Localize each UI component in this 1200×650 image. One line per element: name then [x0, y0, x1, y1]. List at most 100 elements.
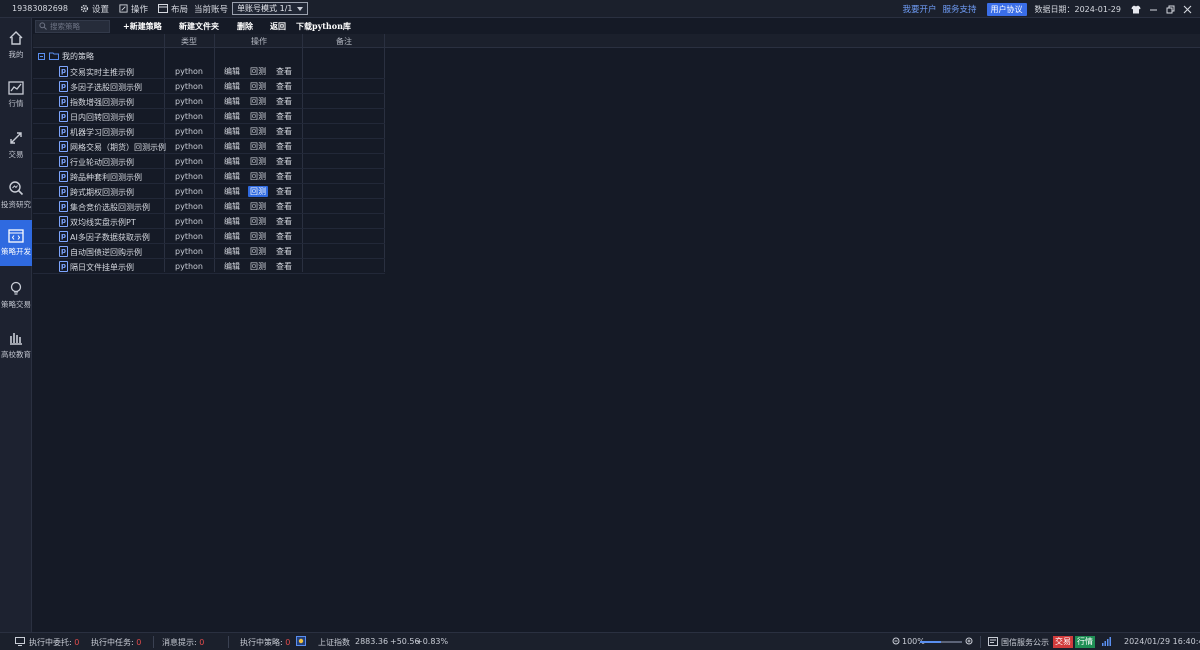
- view-button[interactable]: 查看: [274, 246, 294, 257]
- table-row[interactable]: p 多因子选股回测示例 python 编辑 回测 查看: [33, 79, 385, 94]
- minimize-button[interactable]: [1146, 2, 1160, 16]
- exec-strategies-status[interactable]: 执行中策略: 0: [240, 637, 290, 648]
- market-tag[interactable]: 行情: [1075, 636, 1095, 648]
- view-button[interactable]: 查看: [274, 231, 294, 242]
- strategy-name[interactable]: 跨品种套利回测示例: [70, 172, 142, 183]
- strategy-name[interactable]: 隔日文件挂单示例: [70, 262, 134, 273]
- sidebar-item-strategy-trade[interactable]: 策略交易: [0, 272, 32, 318]
- edit-button[interactable]: 编辑: [222, 81, 242, 92]
- table-row[interactable]: p 跨品种套利回测示例 python 编辑 回测 查看: [33, 169, 385, 184]
- strategy-name[interactable]: 行业轮动回测示例: [70, 157, 134, 168]
- table-row[interactable]: p 隔日文件挂单示例 python 编辑 回测 查看: [33, 259, 385, 274]
- backtest-button[interactable]: 回测: [248, 111, 268, 122]
- view-button[interactable]: 查看: [274, 216, 294, 227]
- edit-button[interactable]: 编辑: [222, 261, 242, 272]
- edit-button[interactable]: 编辑: [222, 216, 242, 227]
- new-folder-button[interactable]: 新建文件夹: [179, 21, 219, 32]
- backtest-button[interactable]: 回测: [248, 81, 268, 92]
- backtest-button[interactable]: 回测: [248, 171, 268, 182]
- strategy-name[interactable]: 集合竞价选股回测示例: [70, 202, 150, 213]
- backtest-button[interactable]: 回测: [248, 141, 268, 152]
- edit-button[interactable]: 编辑: [222, 246, 242, 257]
- table-row[interactable]: p 集合竞价选股回测示例 python 编辑 回测 查看: [33, 199, 385, 214]
- zoom-slider[interactable]: [920, 641, 962, 643]
- edit-button[interactable]: 编辑: [222, 66, 242, 77]
- table-row[interactable]: p AI多因子数据获取示例 python 编辑 回测 查看: [33, 229, 385, 244]
- back-button[interactable]: 返回: [270, 21, 286, 32]
- view-button[interactable]: 查看: [274, 171, 294, 182]
- edit-button[interactable]: 编辑: [222, 171, 242, 182]
- delete-button[interactable]: 删除: [237, 21, 253, 32]
- strategy-name[interactable]: 机器学习回测示例: [70, 127, 134, 138]
- notice-link[interactable]: 国信服务公示: [1001, 637, 1049, 648]
- strategy-name[interactable]: 网格交易（期货）回测示例: [70, 142, 166, 153]
- user-agreement-button[interactable]: 用户协议: [986, 2, 1027, 16]
- strategy-name[interactable]: 指数增强回测示例: [70, 97, 134, 108]
- operate-button[interactable]: 操作: [119, 3, 148, 15]
- sidebar-item-education[interactable]: 高校教育: [0, 322, 32, 368]
- exec-orders-status[interactable]: 执行中委托: 0: [29, 637, 79, 648]
- backtest-button[interactable]: 回测: [248, 246, 268, 257]
- strategy-name[interactable]: 自动国债逆回购示例: [70, 247, 142, 258]
- table-row[interactable]: p 机器学习回测示例 python 编辑 回测 查看: [33, 124, 385, 139]
- table-row[interactable]: p 双均线实盘示例PT python 编辑 回测 查看: [33, 214, 385, 229]
- settings-button[interactable]: 设置: [80, 3, 109, 15]
- search-input[interactable]: 搜索策略: [35, 19, 110, 33]
- restore-button[interactable]: [1163, 2, 1177, 16]
- sidebar-item-mine[interactable]: 我的: [0, 22, 32, 68]
- backtest-button[interactable]: 回测: [248, 156, 268, 167]
- trade-tag[interactable]: 交易: [1053, 636, 1073, 648]
- folder-row-my-strategies[interactable]: 我的策略: [33, 49, 1200, 63]
- download-python-lib-button[interactable]: 下载python库: [296, 21, 351, 32]
- view-button[interactable]: 查看: [274, 201, 294, 212]
- edit-button[interactable]: 编辑: [222, 231, 242, 242]
- account-mode-select[interactable]: 单账号模式 1/1: [232, 2, 309, 15]
- table-row[interactable]: p 交易实时主推示例 python 编辑 回测 查看: [33, 64, 385, 79]
- strategy-name[interactable]: 交易实时主推示例: [70, 67, 134, 78]
- edit-button[interactable]: 编辑: [222, 111, 242, 122]
- backtest-button[interactable]: 回测: [248, 66, 268, 77]
- edit-button[interactable]: 编辑: [222, 156, 242, 167]
- open-account-link[interactable]: 我要开户: [902, 3, 936, 15]
- exec-tasks-status[interactable]: 执行中任务: 0: [91, 637, 141, 648]
- table-row[interactable]: p 行业轮动回测示例 python 编辑 回测 查看: [33, 154, 385, 169]
- view-button[interactable]: 查看: [274, 81, 294, 92]
- monitor-icon[interactable]: [15, 637, 25, 646]
- table-row[interactable]: p 日内回转回测示例 python 编辑 回测 查看: [33, 109, 385, 124]
- table-row[interactable]: p 自动国债逆回购示例 python 编辑 回测 查看: [33, 244, 385, 259]
- sidebar-item-research[interactable]: 投资研究: [0, 172, 32, 218]
- messages-status[interactable]: 消息提示: 0: [162, 637, 204, 648]
- collapse-toggle[interactable]: [38, 52, 45, 60]
- service-support-link[interactable]: 服务支持: [942, 3, 976, 15]
- edit-button[interactable]: 编辑: [222, 126, 242, 137]
- table-row[interactable]: p 网格交易（期货）回测示例 python 编辑 回测 查看: [33, 139, 385, 154]
- backtest-button[interactable]: 回测: [248, 201, 268, 212]
- view-button[interactable]: 查看: [274, 126, 294, 137]
- layout-button[interactable]: 布局: [158, 3, 188, 15]
- backtest-button[interactable]: 回测: [248, 126, 268, 137]
- backtest-button[interactable]: 回测: [248, 186, 268, 197]
- skin-button[interactable]: [1129, 2, 1143, 16]
- sidebar-item-market[interactable]: 行情: [0, 72, 32, 118]
- view-button[interactable]: 查看: [274, 141, 294, 152]
- robot-icon[interactable]: [296, 636, 306, 646]
- strategy-name[interactable]: 日内回转回测示例: [70, 112, 134, 123]
- view-button[interactable]: 查看: [274, 96, 294, 107]
- view-button[interactable]: 查看: [274, 186, 294, 197]
- sidebar-item-strategy-dev[interactable]: 策略开发: [0, 220, 32, 266]
- view-button[interactable]: 查看: [274, 66, 294, 77]
- table-row[interactable]: p 指数增强回测示例 python 编辑 回测 查看: [33, 94, 385, 109]
- new-strategy-button[interactable]: +新建策略: [123, 21, 162, 32]
- strategy-name[interactable]: 多因子选股回测示例: [70, 82, 142, 93]
- strategy-name[interactable]: 双均线实盘示例PT: [70, 217, 136, 228]
- table-row[interactable]: p 跨式期权回测示例 python 编辑 回测 查看: [33, 184, 385, 199]
- view-button[interactable]: 查看: [274, 111, 294, 122]
- view-button[interactable]: 查看: [274, 156, 294, 167]
- backtest-button[interactable]: 回测: [248, 231, 268, 242]
- edit-button[interactable]: 编辑: [222, 201, 242, 212]
- zoom-out-icon[interactable]: [892, 637, 901, 646]
- backtest-button[interactable]: 回测: [248, 261, 268, 272]
- index-name[interactable]: 上证指数: [318, 637, 350, 648]
- close-button[interactable]: [1180, 2, 1194, 16]
- view-button[interactable]: 查看: [274, 261, 294, 272]
